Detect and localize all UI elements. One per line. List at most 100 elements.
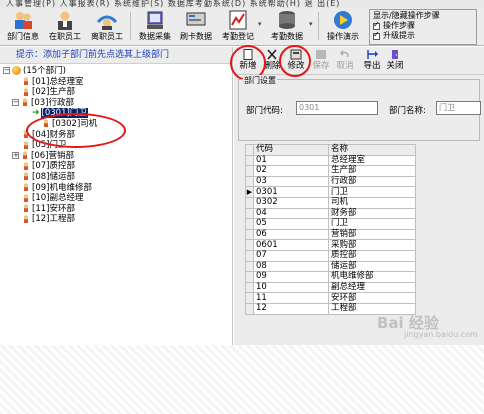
save-button[interactable]: 保存 xyxy=(310,49,332,71)
cell-code[interactable]: 04 xyxy=(253,207,329,220)
tree-node[interactable]: − [03]行政部 xyxy=(0,98,232,109)
tree-node[interactable]: [07]质控部 xyxy=(0,161,232,172)
upgrade-checkbox[interactable] xyxy=(373,30,380,40)
former-employees-label: 离职员工 xyxy=(91,32,123,41)
close-button[interactable]: 关闭 xyxy=(384,49,406,71)
dept-code-field[interactable]: 0301 xyxy=(296,101,378,115)
cell-code[interactable]: 01 xyxy=(253,154,329,167)
dept-name-field[interactable]: 门卫 xyxy=(436,101,481,115)
cell-code[interactable]: 05 xyxy=(253,218,329,230)
cell-name[interactable]: 司机 xyxy=(328,196,416,209)
tree-node-label: [0301]门卫 xyxy=(40,108,88,119)
cell-name[interactable]: 机电维修部 xyxy=(328,271,416,283)
data-collection-button[interactable]: 数据采集 xyxy=(135,10,175,44)
cell-code[interactable]: 10 xyxy=(253,281,329,294)
swipe-data-button[interactable]: 刷卡数据 xyxy=(176,10,216,44)
row-indicator xyxy=(245,207,254,220)
menu-bar[interactable]: 人事管理(P) 人事报表(R) 系统维护(S) 数据库考勤系统(D) 系统帮助(… xyxy=(0,0,484,8)
attendance-data-button[interactable]: 考勤数据 xyxy=(266,10,308,44)
tree-node-label: [02]生产部 xyxy=(32,87,75,98)
steps-checkbox[interactable] xyxy=(373,20,380,30)
steps-checkbox-row[interactable]: 操作步骤 xyxy=(373,20,473,31)
dropdown-arrow-icon[interactable]: ▾ xyxy=(258,20,262,28)
table-row[interactable]: 0302 司机 xyxy=(245,196,416,209)
dept-info-button[interactable]: 部门信息 xyxy=(3,10,43,44)
table-row[interactable]: 11 安环部 xyxy=(245,292,416,304)
row-indicator xyxy=(245,218,254,230)
demo-button[interactable]: 操作演示 xyxy=(322,10,364,44)
table-row[interactable]: 10 副总经理 xyxy=(245,281,416,294)
cell-name[interactable]: 行政部 xyxy=(328,175,416,188)
upgrade-checkbox-row[interactable]: 升级提示 xyxy=(373,30,473,41)
attendance-register-button[interactable]: 考勤登记 xyxy=(217,10,259,44)
tree-node-selected[interactable]: ➜ [0301]门卫 xyxy=(0,108,232,119)
cell-code[interactable]: 0302 xyxy=(253,196,329,209)
tree-node[interactable]: [0302]司机 xyxy=(0,119,232,130)
cancel-button[interactable]: 取消 xyxy=(334,49,356,71)
table-row[interactable]: 06 营销部 xyxy=(245,228,416,241)
dept-code-label: 部门代码: xyxy=(246,106,283,116)
cell-code[interactable]: 0301 xyxy=(253,186,329,198)
expand-icon[interactable]: + xyxy=(12,151,19,159)
cell-code[interactable]: 08 xyxy=(253,260,329,273)
grid-header-code[interactable]: 代码 xyxy=(253,144,329,156)
collapse-icon[interactable]: − xyxy=(12,98,19,106)
table-row[interactable]: 0601 采购部 xyxy=(245,239,416,251)
person-icon xyxy=(22,77,30,86)
cell-name[interactable]: 门卫 xyxy=(328,218,416,230)
cell-code[interactable]: 0601 xyxy=(253,239,329,251)
cell-code[interactable]: 06 xyxy=(253,228,329,241)
add-button[interactable]: 新增 xyxy=(237,49,259,71)
cell-name[interactable]: 生产部 xyxy=(328,165,416,177)
tree-node[interactable]: [01]总经理室 xyxy=(0,77,232,88)
tree-node-label: [10]副总经理 xyxy=(32,193,84,204)
tree-node[interactable]: [10]副总经理 xyxy=(0,193,232,204)
row-indicator xyxy=(245,228,254,241)
delete-button[interactable]: 删除 xyxy=(261,49,283,71)
cell-name[interactable]: 门卫 xyxy=(328,186,416,198)
cell-code[interactable]: 12 xyxy=(253,302,329,315)
tree-node[interactable]: [12]工程部 xyxy=(0,214,232,225)
cell-name[interactable]: 安环部 xyxy=(328,292,416,304)
cell-name[interactable]: 营销部 xyxy=(328,228,416,241)
export-button[interactable]: 导出 xyxy=(361,49,383,71)
cell-code[interactable]: 11 xyxy=(253,292,329,304)
edit-button[interactable]: 修改 xyxy=(285,49,307,71)
new-document-icon xyxy=(243,49,253,60)
former-employees-button[interactable]: 离职员工 xyxy=(87,10,127,44)
table-row[interactable]: 05 门卫 xyxy=(245,218,416,230)
table-row[interactable]: 09 机电维修部 xyxy=(245,271,416,283)
tree-node[interactable]: [09]机电维修部 xyxy=(0,183,232,194)
employees-label: 在职员工 xyxy=(49,32,81,41)
cell-code[interactable]: 09 xyxy=(253,271,329,283)
toolbar-separator xyxy=(130,12,131,40)
cell-code[interactable]: 07 xyxy=(253,249,329,262)
employees-button[interactable]: 在职员工 xyxy=(45,10,85,44)
cell-name[interactable]: 质控部 xyxy=(328,249,416,262)
cell-code[interactable]: 03 xyxy=(253,175,329,188)
delete-label: 删除 xyxy=(263,61,281,71)
collapse-icon[interactable]: − xyxy=(3,67,10,74)
hint-text: 提示：添加子部门前先点选其上级部门 xyxy=(0,47,232,64)
cell-name[interactable]: 采购部 xyxy=(328,239,416,251)
table-row[interactable]: 03 行政部 xyxy=(245,175,416,188)
tree-node[interactable]: [02]生产部 xyxy=(0,87,232,98)
tree-node[interactable]: [08]储运部 xyxy=(0,172,232,183)
cell-code[interactable]: 02 xyxy=(253,165,329,177)
row-indicator xyxy=(245,165,254,177)
department-tree[interactable]: − (15个部门) [01]总经理室 [02]生产部 − [03]行政部 ➜ [030… xyxy=(0,64,232,225)
dropdown-arrow-icon[interactable]: ▾ xyxy=(309,20,313,28)
tree-node[interactable]: [04]财务部 xyxy=(0,130,232,141)
tree-node[interactable]: [05]门卫 xyxy=(0,140,232,151)
add-label: 新增 xyxy=(239,61,257,71)
department-grid[interactable]: 代码 名称 01 总经理室 02 生产部 03 行政部 ▶ 0301 门卫 0302 司机 04 财务部… xyxy=(245,144,416,315)
person-icon xyxy=(22,140,30,149)
table-row[interactable]: 07 质控部 xyxy=(245,249,416,262)
tree-node[interactable]: + [06]营销部 xyxy=(0,151,232,162)
tree-node[interactable]: [11]安环部 xyxy=(0,204,232,215)
grid-header-name[interactable]: 名称 xyxy=(328,144,416,156)
tree-root[interactable]: − (15个部门) xyxy=(0,66,232,77)
cell-name[interactable]: 副总经理 xyxy=(328,281,416,294)
table-row[interactable]: 02 生产部 xyxy=(245,165,416,177)
table-row[interactable]: ▶ 0301 门卫 xyxy=(245,186,416,198)
